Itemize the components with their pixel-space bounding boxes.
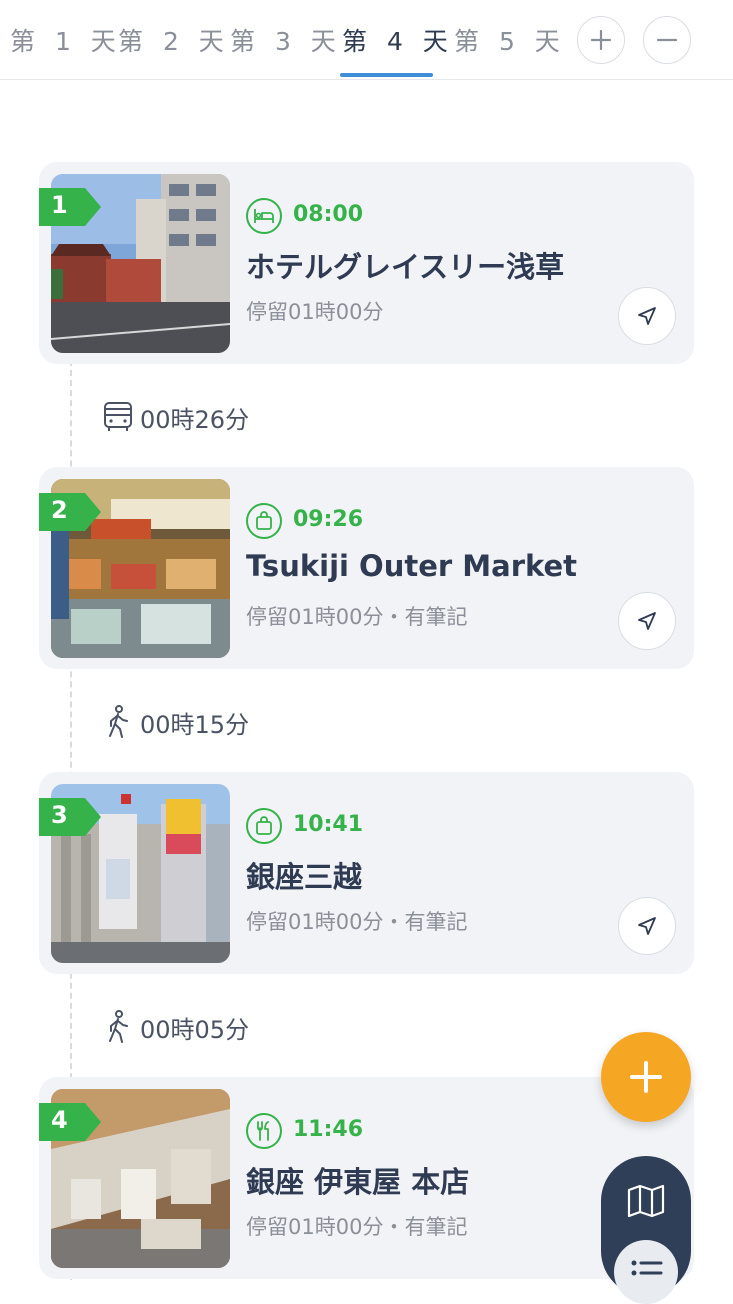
stop-duration: 停留01時00分 <box>246 300 384 324</box>
restaurant-icon <box>246 1113 282 1149</box>
stop-number-badge: 1 <box>39 188 101 226</box>
stop-card-1[interactable]: 1 08:00 ホテルグレイスリー浅草 停留01時00分 <box>39 162 694 364</box>
tab-day-5[interactable]: 第 5 天 <box>454 22 566 58</box>
stop-title: 銀座三越 <box>246 860 363 894</box>
stop-title: Tsukiji Outer Market <box>246 549 578 583</box>
stop-duration: 停留01時00分・有筆記 <box>246 910 468 934</box>
stop-number-badge: 2 <box>39 493 101 531</box>
stop-number-badge: 4 <box>39 1103 101 1141</box>
tab-day-1[interactable]: 第 1 天 <box>10 22 122 58</box>
walk-icon <box>100 704 136 740</box>
hotel-icon <box>246 198 282 234</box>
list-view-button[interactable] <box>614 1240 678 1304</box>
transit-row-3: 00時05分 <box>100 1007 249 1047</box>
stop-duration: 停留01時00分・有筆記 <box>246 1215 468 1239</box>
tab-day-2[interactable]: 第 2 天 <box>118 22 230 58</box>
stop-card-3[interactable]: 3 10:41 銀座三越 停留01時00分・有筆記 <box>39 772 694 974</box>
stop-title: 銀座 伊東屋 本店 <box>246 1165 470 1199</box>
arrival-time: 11:46 <box>293 1117 364 1142</box>
stop-card-4[interactable]: 4 11:46 銀座 伊東屋 本店 停留01時00分・有筆記 <box>39 1077 694 1279</box>
add-day-button[interactable] <box>577 16 625 64</box>
bus-icon <box>100 399 136 435</box>
transit-row-1: 00時26分 <box>100 397 249 437</box>
remove-day-button[interactable] <box>643 16 691 64</box>
transit-duration: 00時15分 <box>140 710 250 739</box>
navigate-arrow-icon <box>638 307 656 325</box>
navigate-button[interactable] <box>618 592 676 650</box>
minus-icon <box>656 38 678 42</box>
transit-row-2: 00時15分 <box>100 702 249 742</box>
tab-day-4[interactable]: 第 4 天 <box>342 22 454 58</box>
navigate-button[interactable] <box>618 287 676 345</box>
navigate-arrow-icon <box>638 612 656 630</box>
stop-number-badge: 3 <box>39 798 101 836</box>
navigate-arrow-icon <box>638 917 656 935</box>
arrival-time: 08:00 <box>293 202 364 227</box>
stop-card-2[interactable]: 2 09:26 Tsukiji Outer Market 停留01時00分・有筆… <box>39 467 694 669</box>
shopping-bag-icon <box>246 808 282 844</box>
plus-icon <box>630 1061 662 1093</box>
transit-duration: 00時05分 <box>140 1015 250 1044</box>
arrival-time: 09:26 <box>293 507 364 532</box>
stop-title: ホテルグレイスリー浅草 <box>246 250 565 284</box>
transit-duration: 00時26分 <box>140 405 250 434</box>
map-view-button[interactable] <box>601 1176 691 1226</box>
arrival-time: 10:41 <box>293 812 364 837</box>
stop-duration: 停留01時00分・有筆記 <box>246 605 468 629</box>
day-tab-bar: 第 1 天 第 2 天 第 3 天 第 4 天 第 5 天 <box>0 0 733 80</box>
plus-icon <box>590 29 612 51</box>
navigate-button[interactable] <box>618 897 676 955</box>
walk-icon <box>100 1009 136 1045</box>
map-icon <box>627 1184 665 1218</box>
add-stop-fab[interactable] <box>601 1032 691 1122</box>
shopping-bag-icon <box>246 503 282 539</box>
view-switcher <box>601 1156 691 1304</box>
active-tab-indicator <box>340 73 433 77</box>
list-icon <box>631 1260 663 1276</box>
tab-day-3[interactable]: 第 3 天 <box>230 22 342 58</box>
